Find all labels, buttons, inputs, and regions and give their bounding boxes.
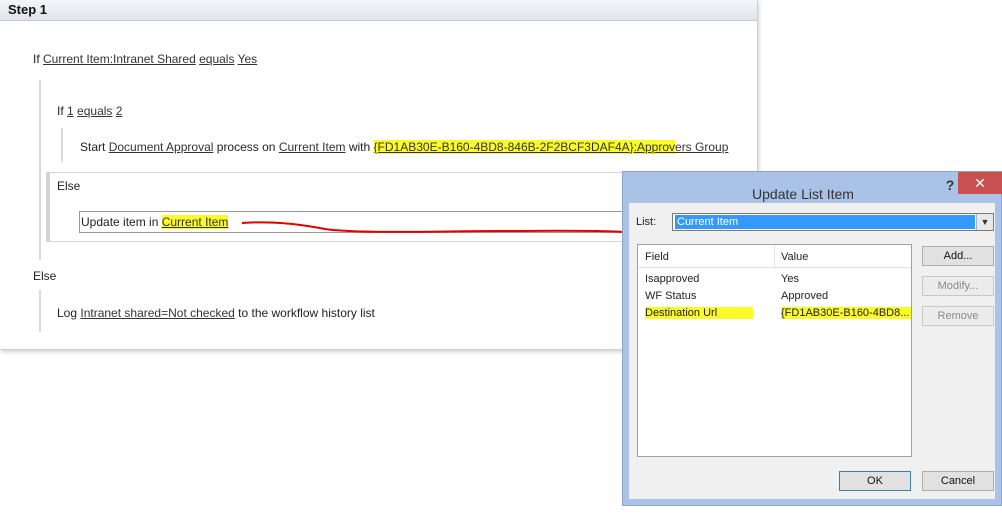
if-keyword: If bbox=[33, 52, 40, 66]
add-button[interactable]: Add... bbox=[922, 246, 994, 266]
row-value: {FD1AB30E-B160-4BD8... bbox=[781, 307, 912, 319]
item-link[interactable]: Current Item bbox=[279, 140, 346, 154]
step-title: Step 1 bbox=[8, 2, 48, 17]
condition-if-1-equals-2: If 1 equals 2 bbox=[57, 104, 122, 118]
condition-left-link[interactable]: 1 bbox=[67, 104, 74, 118]
list-label: List: bbox=[636, 216, 657, 228]
grid-header: Field Value bbox=[638, 245, 911, 268]
update-item-text: Update item in bbox=[81, 215, 159, 229]
chevron-down-icon[interactable]: ▼ bbox=[976, 214, 993, 230]
approvers-group-rest: ers Group bbox=[675, 140, 729, 154]
modify-button[interactable]: Modify... bbox=[922, 276, 994, 296]
table-row[interactable]: WF Status Approved bbox=[638, 288, 911, 305]
column-header-value[interactable]: Value bbox=[781, 251, 808, 263]
table-row[interactable]: Destination Url {FD1AB30E-B160-4BD8... bbox=[638, 305, 912, 322]
cancel-button[interactable]: Cancel bbox=[922, 471, 994, 491]
table-row[interactable]: Isapproved Yes bbox=[638, 271, 911, 288]
with-text: with bbox=[348, 140, 371, 154]
branch-indent-bar bbox=[39, 290, 41, 332]
branch-indent-bar bbox=[61, 128, 63, 162]
column-divider[interactable] bbox=[774, 245, 775, 267]
dialog-body: List: Current Item ▼ Field Value Isappro… bbox=[629, 203, 995, 499]
row-field: WF Status bbox=[645, 290, 697, 302]
log-message-link[interactable]: Intranet shared=Not checked bbox=[80, 306, 234, 320]
field-value-grid[interactable]: Field Value Isapproved Yes WF Status App… bbox=[637, 244, 912, 457]
log-suffix-text: to the workflow history list bbox=[238, 306, 375, 320]
process-link[interactable]: Document Approval bbox=[109, 140, 214, 154]
condition-right-link[interactable]: 2 bbox=[116, 104, 123, 118]
action-start-approval: Start Document Approval process on Curre… bbox=[80, 140, 728, 154]
start-keyword: Start bbox=[80, 140, 106, 154]
condition-operator-link[interactable]: equals bbox=[77, 104, 112, 118]
row-field: Destination Url bbox=[645, 307, 754, 319]
branch-indent-bar bbox=[39, 80, 41, 260]
ok-button[interactable]: OK bbox=[839, 471, 911, 491]
approvers-group-highlighted: {FD1AB30E-B160-4BD8-846B-2F2BCF3DAF4A}:A… bbox=[373, 140, 676, 154]
dialog-title: Update List Item bbox=[752, 186, 854, 202]
update-item-link[interactable]: Current Item bbox=[161, 215, 229, 229]
condition-operator-link[interactable]: equals bbox=[199, 52, 234, 66]
approvers-group-link[interactable]: {FD1AB30E-B160-4BD8-846B-2F2BCF3DAF4A}:A… bbox=[373, 140, 729, 154]
else-label: Else bbox=[57, 179, 81, 193]
row-value: Approved bbox=[781, 290, 829, 302]
step-header[interactable]: Step 1 bbox=[0, 0, 757, 21]
update-list-item-dialog: Update List Item ? ✕ List: Current Item … bbox=[622, 171, 1002, 506]
process-on-text: process on bbox=[216, 140, 276, 154]
log-keyword: Log bbox=[57, 306, 78, 320]
action-log: Log Intranet shared=Not checked to the w… bbox=[57, 306, 375, 320]
condition-field-link[interactable]: Current Item:Intranet Shared bbox=[43, 52, 196, 66]
remove-button[interactable]: Remove bbox=[922, 306, 994, 326]
condition-value-link[interactable]: Yes bbox=[238, 52, 258, 66]
red-underline-annotation bbox=[241, 221, 624, 233]
condition-if-intranet-shared: If Current Item:Intranet Shared equals Y… bbox=[33, 52, 257, 66]
row-value: Yes bbox=[781, 273, 799, 285]
list-dropdown[interactable]: Current Item ▼ bbox=[672, 213, 994, 231]
else-outer-label: Else bbox=[33, 269, 57, 283]
else-branch-bar bbox=[47, 173, 50, 241]
close-icon[interactable]: ✕ bbox=[958, 172, 1002, 194]
if-keyword: If bbox=[57, 104, 64, 118]
list-selected-value: Current Item bbox=[675, 215, 975, 229]
row-field: Isapproved bbox=[645, 273, 700, 285]
column-header-field[interactable]: Field bbox=[645, 251, 669, 263]
